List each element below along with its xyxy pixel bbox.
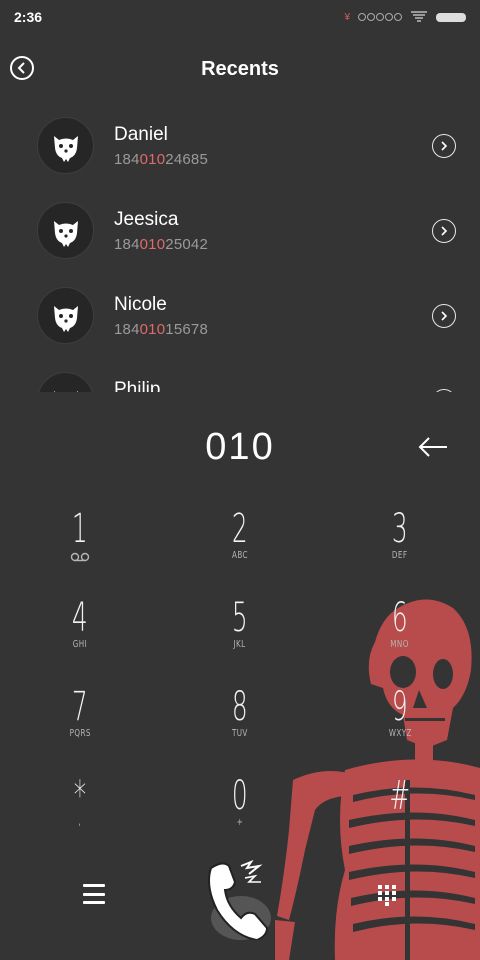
phone-call-icon[interactable]: [205, 860, 275, 940]
list-item[interactable]: Jeesica 18401025042: [0, 195, 480, 280]
chevron-right-circle-icon[interactable]: [432, 134, 456, 158]
contact-number: 18401024685: [114, 151, 208, 168]
avatar: [37, 287, 94, 344]
key-0[interactable]: 0 +: [180, 773, 300, 853]
key-digit: 3: [392, 506, 408, 552]
battery-icon: [436, 12, 466, 22]
signal-icon: [358, 13, 402, 21]
avatar: [37, 117, 94, 174]
key-digit: 7: [72, 684, 88, 730]
chevron-right-circle-icon[interactable]: [432, 219, 456, 243]
key-letters: JKL: [233, 639, 247, 650]
key-digit: 8: [232, 684, 248, 730]
key-5[interactable]: 5 JKL: [180, 595, 300, 675]
key-digit: 5: [232, 595, 248, 641]
page-title: Recents: [201, 57, 279, 80]
key-digit: 1: [72, 506, 88, 552]
key-4[interactable]: 4 GHI: [20, 595, 140, 675]
status-bar: 2:36 ¥: [0, 0, 480, 34]
key-letters: ,: [78, 817, 82, 828]
key-digit: 4: [72, 595, 88, 641]
key-digit: *: [73, 773, 87, 819]
list-item[interactable]: Philip: [0, 365, 480, 392]
cat-mascot-icon: [53, 135, 78, 162]
contact-name: Nicole: [114, 294, 167, 315]
key-9[interactable]: 9 WXYZ: [340, 684, 460, 764]
key-digit: #: [389, 773, 411, 819]
key-letters: WXYZ: [388, 728, 412, 739]
contact-number: 18401025042: [114, 236, 208, 253]
key-letters: DEF: [392, 550, 408, 561]
dial-input[interactable]: 010: [0, 420, 480, 474]
voicemail-icon: [70, 552, 90, 562]
number-match: 010: [139, 236, 166, 253]
key-1[interactable]: 1: [20, 506, 140, 586]
recents-list[interactable]: Daniel 18401024685 Jeesica 18401025042 N…: [0, 110, 480, 392]
list-item[interactable]: Nicole 18401015678: [0, 280, 480, 365]
status-icons: ¥: [344, 11, 466, 23]
contact-number: 18401015678: [114, 321, 208, 338]
wifi-icon: [411, 11, 427, 22]
dialed-number: 010: [205, 426, 275, 468]
status-time: 2:36: [14, 9, 43, 25]
key-digit: 0: [232, 773, 248, 819]
contact-name: Daniel: [114, 124, 168, 145]
key-star[interactable]: * ,: [20, 773, 140, 853]
header: Recents: [0, 46, 480, 92]
chevron-right-circle-icon[interactable]: [432, 389, 456, 392]
menu-icon[interactable]: [83, 884, 105, 904]
key-digit: 9: [392, 684, 408, 730]
key-digit: 2: [232, 506, 248, 552]
cat-mascot-icon: [53, 305, 78, 332]
key-7[interactable]: 7 PQRS: [20, 684, 140, 764]
key-6[interactable]: 6 MNO: [340, 595, 460, 675]
key-letters: +: [236, 817, 244, 828]
number-match: 010: [139, 321, 166, 338]
contact-name: Philip: [114, 379, 161, 392]
back-circle-icon[interactable]: [10, 56, 34, 80]
dialpad: 1 2 ABC 3 DEF 4 GHI 5 JKL 6 MNO 7 PQRS 8…: [0, 500, 480, 840]
cat-mascot-icon: [53, 220, 78, 247]
avatar: [37, 372, 94, 392]
arrow-left-icon[interactable]: [412, 432, 454, 462]
contact-name: Jeesica: [114, 209, 179, 230]
key-digit: 6: [392, 595, 408, 641]
chevron-right-circle-icon[interactable]: [432, 304, 456, 328]
key-8[interactable]: 8 TUV: [180, 684, 300, 764]
key-letters: TUV: [232, 728, 248, 739]
key-2[interactable]: 2 ABC: [180, 506, 300, 586]
number-match: 010: [139, 151, 166, 168]
key-letters: PQRS: [69, 728, 91, 739]
key-letters: MNO: [390, 639, 410, 650]
notification-icon: ¥: [344, 11, 350, 23]
key-3[interactable]: 3 DEF: [340, 506, 460, 586]
dialpad-icon[interactable]: [377, 884, 397, 906]
avatar: [37, 202, 94, 259]
key-hash[interactable]: #: [340, 773, 460, 853]
key-letters: ABC: [232, 550, 248, 561]
key-letters: GHI: [72, 639, 88, 650]
cat-mascot-icon: [53, 390, 78, 392]
list-item[interactable]: Daniel 18401024685: [0, 110, 480, 195]
